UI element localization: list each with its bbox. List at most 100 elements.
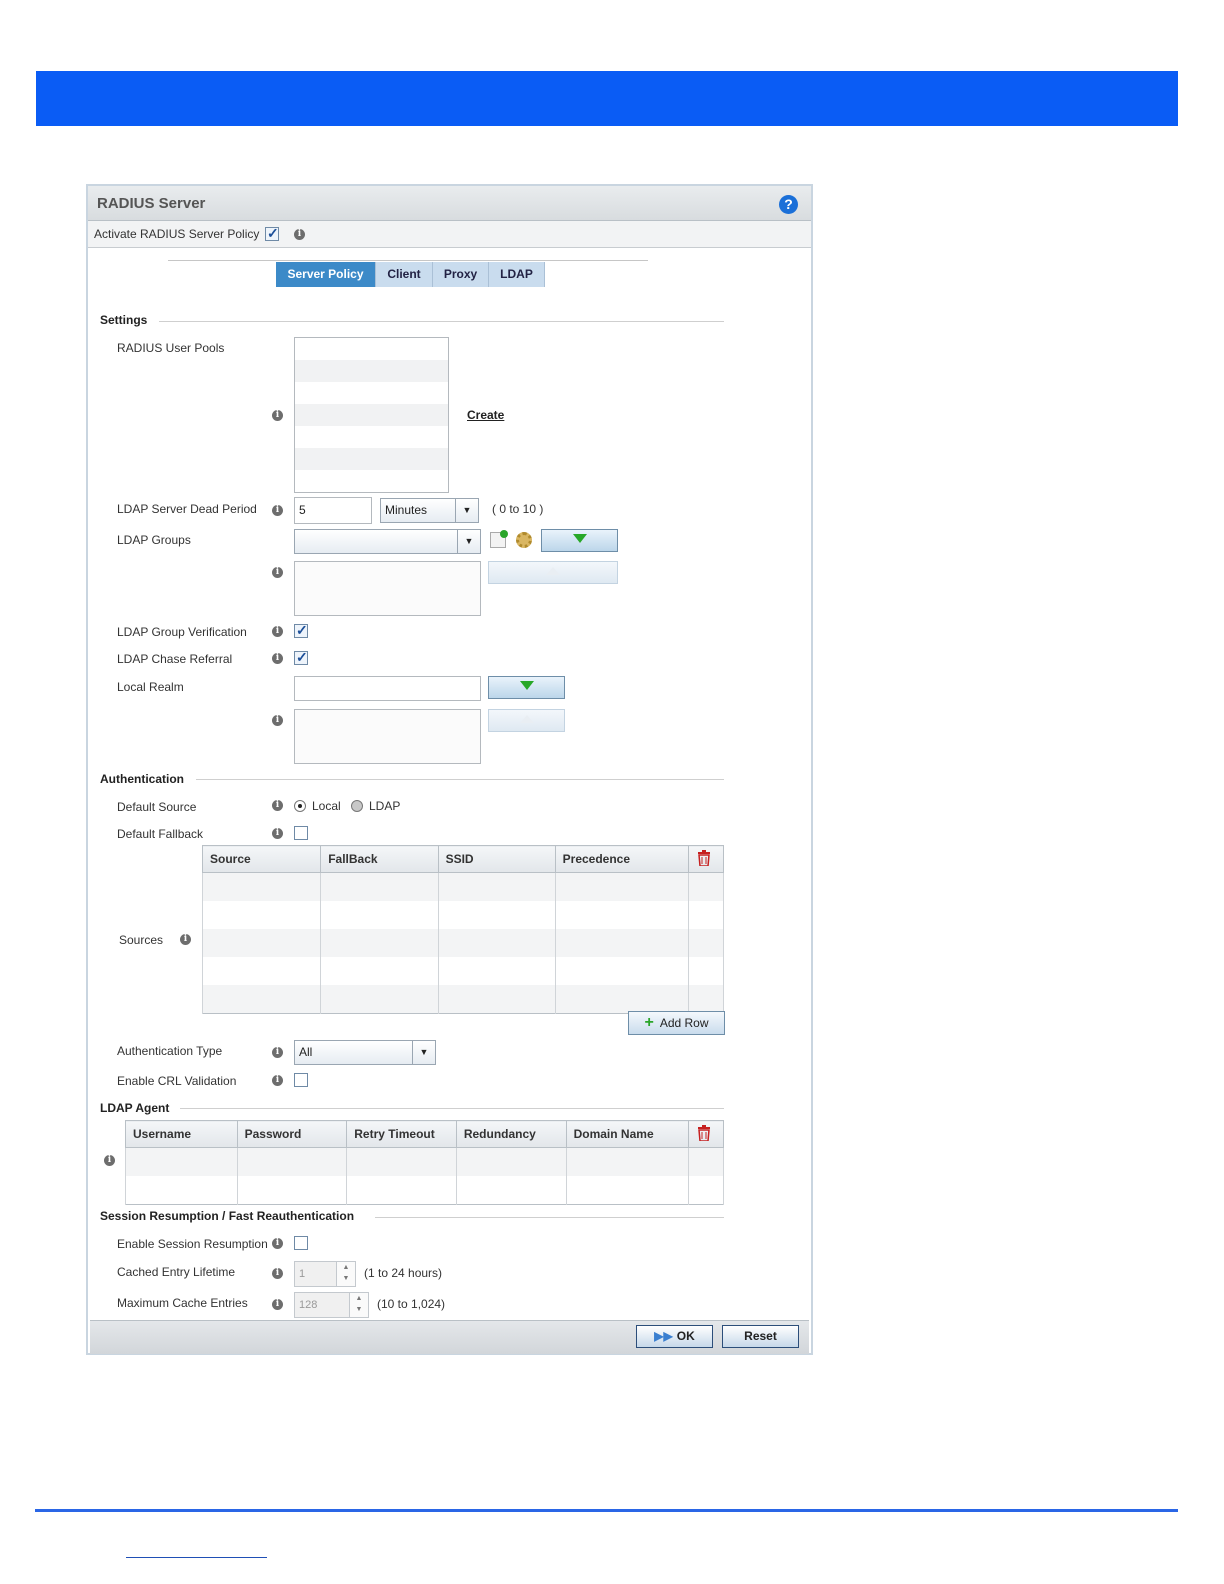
delete-column[interactable] bbox=[688, 845, 724, 873]
add-row-button[interactable]: + Add Row bbox=[628, 1011, 725, 1035]
info-icon[interactable]: i bbox=[104, 1155, 115, 1166]
group-verification-checkbox[interactable] bbox=[294, 622, 308, 639]
default-fallback-label: Default Fallback bbox=[117, 827, 204, 841]
ldap-groups-select[interactable]: ▼ bbox=[294, 529, 481, 554]
tab-server-policy[interactable]: Server Policy bbox=[276, 262, 376, 287]
local-realm-list[interactable] bbox=[294, 709, 481, 764]
max-entries-label: Maximum Cache Entries bbox=[117, 1296, 248, 1310]
page-header-banner bbox=[36, 71, 1178, 126]
session-heading: Session Resumption / Fast Reauthenticati… bbox=[100, 1209, 355, 1223]
ldap-groups-list[interactable] bbox=[294, 561, 481, 616]
gear-icon[interactable] bbox=[516, 532, 532, 548]
chevron-down-icon: ▼ bbox=[412, 1041, 435, 1064]
dead-period-unit-select[interactable]: Minutes ▼ bbox=[380, 498, 479, 523]
enable-session-checkbox[interactable] bbox=[294, 1236, 308, 1250]
tab-client[interactable]: Client bbox=[376, 262, 433, 287]
fast-forward-icon: ▶▶ bbox=[654, 1329, 673, 1343]
column-header[interactable]: Username bbox=[125, 1120, 238, 1148]
dialog-title: RADIUS Server bbox=[97, 195, 206, 212]
activate-checkbox[interactable] bbox=[265, 225, 279, 242]
info-icon[interactable]: i bbox=[272, 1299, 283, 1310]
dialog-footer: ▶▶ OK Reset bbox=[90, 1320, 809, 1354]
auth-type-select[interactable]: All ▼ bbox=[294, 1040, 436, 1065]
local-realm-input[interactable] bbox=[294, 676, 481, 701]
sources-label: Sources bbox=[119, 933, 164, 947]
add-realm-button[interactable] bbox=[488, 676, 565, 699]
ok-label: OK bbox=[676, 1329, 695, 1343]
activate-row: Activate RADIUS Server Policy i bbox=[88, 221, 811, 248]
column-header[interactable]: Retry Timeout bbox=[346, 1120, 457, 1148]
chevron-down-icon: ▼ bbox=[457, 530, 480, 553]
dead-period-unit-value: Minutes bbox=[385, 503, 428, 517]
ldap-agent-heading: LDAP Agent bbox=[100, 1101, 170, 1115]
info-icon[interactable]: i bbox=[272, 410, 283, 421]
dead-period-label: LDAP Server Dead Period bbox=[117, 502, 257, 516]
group-verification-label: LDAP Group Verification bbox=[117, 625, 247, 639]
max-entries-spinner[interactable]: 128 ▲ ▼ bbox=[294, 1292, 369, 1318]
info-icon[interactable]: i bbox=[272, 1268, 283, 1279]
column-header[interactable]: Password bbox=[236, 1120, 348, 1148]
remove-realm-button[interactable] bbox=[488, 709, 565, 732]
settings-divider bbox=[159, 321, 724, 322]
column-header[interactable]: Source bbox=[201, 845, 322, 873]
column-header[interactable]: Redundancy bbox=[455, 1120, 567, 1148]
ldap-agent-table[interactable]: Username Password Retry Timeout Redundan… bbox=[125, 1120, 724, 1205]
sources-table[interactable]: Source FallBack SSID Precedence bbox=[201, 845, 724, 1014]
add-policy-icon[interactable] bbox=[490, 530, 508, 548]
trash-icon[interactable] bbox=[697, 849, 711, 867]
delete-column[interactable] bbox=[688, 1120, 724, 1148]
info-icon[interactable]: i bbox=[272, 828, 283, 839]
local-realm-label: Local Realm bbox=[117, 680, 184, 694]
tab-divider bbox=[168, 260, 648, 261]
reset-button[interactable]: Reset bbox=[722, 1325, 799, 1348]
tab-ldap[interactable]: LDAP bbox=[489, 262, 545, 287]
info-icon[interactable]: i bbox=[272, 715, 283, 726]
table-row bbox=[201, 929, 724, 957]
spinner-buttons[interactable]: ▲ ▼ bbox=[336, 1262, 355, 1286]
dialog-titlebar: RADIUS Server ? bbox=[88, 186, 811, 221]
info-icon[interactable]: i bbox=[294, 229, 305, 240]
dead-period-input[interactable]: 5 bbox=[294, 497, 372, 524]
session-divider bbox=[375, 1217, 724, 1218]
info-icon[interactable]: i bbox=[272, 505, 283, 516]
chase-referral-checkbox[interactable] bbox=[294, 649, 308, 666]
column-header[interactable]: FallBack bbox=[320, 845, 439, 873]
column-header[interactable]: Precedence bbox=[554, 845, 690, 873]
crl-checkbox[interactable] bbox=[294, 1073, 308, 1087]
enable-session-label: Enable Session Resumption bbox=[117, 1237, 268, 1251]
ldap-agent-divider bbox=[180, 1108, 724, 1109]
help-icon[interactable]: ? bbox=[779, 195, 798, 214]
info-icon[interactable]: i bbox=[272, 567, 283, 578]
column-header[interactable]: SSID bbox=[437, 845, 556, 873]
lifetime-range: (1 to 24 hours) bbox=[364, 1266, 443, 1280]
column-header[interactable]: Domain Name bbox=[565, 1120, 690, 1148]
info-icon[interactable]: i bbox=[272, 653, 283, 664]
remove-group-button[interactable] bbox=[488, 561, 618, 584]
trash-icon[interactable] bbox=[697, 1124, 711, 1142]
info-icon[interactable]: i bbox=[272, 626, 283, 637]
info-icon[interactable]: i bbox=[272, 800, 283, 811]
info-icon[interactable]: i bbox=[272, 1075, 283, 1086]
arrow-down-icon bbox=[572, 534, 587, 543]
authentication-heading: Authentication bbox=[100, 772, 184, 786]
info-icon[interactable]: i bbox=[272, 1047, 283, 1058]
source-local-radio[interactable] bbox=[294, 800, 306, 812]
add-row-label: Add Row bbox=[659, 1016, 709, 1030]
radius-server-dialog: RADIUS Server ? Activate RADIUS Server P… bbox=[86, 184, 813, 1355]
user-pools-list[interactable] bbox=[294, 337, 449, 493]
info-icon[interactable]: i bbox=[272, 1238, 283, 1249]
info-icon[interactable]: i bbox=[180, 934, 191, 945]
settings-heading: Settings bbox=[100, 313, 148, 327]
spinner-buttons[interactable]: ▲ ▼ bbox=[349, 1293, 368, 1317]
crl-label: Enable CRL Validation bbox=[117, 1074, 237, 1088]
tab-proxy[interactable]: Proxy bbox=[433, 262, 489, 287]
add-group-button[interactable] bbox=[541, 529, 618, 552]
source-ldap-radio[interactable] bbox=[351, 800, 363, 812]
ok-button[interactable]: ▶▶ OK bbox=[636, 1325, 713, 1348]
auth-type-value: All bbox=[299, 1045, 313, 1059]
table-row bbox=[201, 901, 724, 929]
default-fallback-checkbox[interactable] bbox=[294, 826, 308, 840]
create-link[interactable]: Create bbox=[467, 408, 504, 422]
lifetime-spinner[interactable]: 1 ▲ ▼ bbox=[294, 1261, 356, 1287]
dead-period-range: ( 0 to 10 ) bbox=[492, 502, 544, 516]
